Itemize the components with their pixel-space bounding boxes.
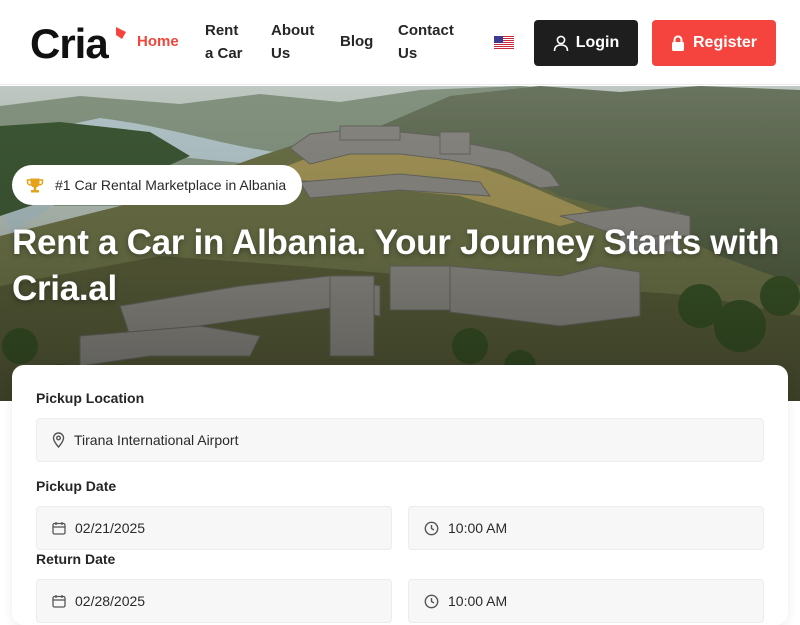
pickup-time-field[interactable]: 10:00 AM [408,506,764,550]
clock-icon [424,594,439,608]
user-icon [553,35,569,51]
calendar-icon [52,595,66,608]
nav-home[interactable]: Home [137,30,179,53]
nav-contact-us[interactable]: Contact Us [398,19,458,65]
return-date-label: Return Date [36,551,116,567]
hero-section: #1 Car Rental Marketplace in Albania Ren… [0,86,800,401]
return-date-value: 02/28/2025 [75,593,146,609]
us-flag-icon[interactable] [494,36,514,49]
trophy-icon [26,178,44,192]
map-pin-icon [52,432,65,448]
hero-title: Rent a Car in Albania. Your Journey Star… [12,223,780,308]
return-date-field[interactable]: 02/28/2025 [36,579,392,623]
cria-logo[interactable]: Cria [30,22,130,64]
register-label: Register [692,34,758,51]
lock-icon [671,34,684,51]
login-label: Login [575,34,620,51]
nav-rent-a-car[interactable]: Rent a Car [205,19,245,65]
nav-blog[interactable]: Blog [340,30,373,53]
pickup-location-label: Pickup Location [36,390,145,406]
svg-text:Cria: Cria [30,23,109,63]
login-button[interactable]: Login [534,20,638,66]
pickup-date-value: 02/21/2025 [75,520,146,536]
clock-icon [424,521,439,535]
pickup-location-field[interactable]: Tirana International Airport [36,418,764,462]
booking-form-card: Pickup Location Tirana International Air… [12,365,788,625]
calendar-icon [52,522,66,535]
pickup-date-label: Pickup Date [36,478,117,494]
pickup-location-value: Tirana International Airport [74,432,239,448]
pickup-time-value: 10:00 AM [448,520,508,536]
register-button[interactable]: Register [652,20,776,66]
return-time-field[interactable]: 10:00 AM [408,579,764,623]
pickup-date-field[interactable]: 02/21/2025 [36,506,392,550]
nav-about-us[interactable]: About Us [271,19,321,65]
hero-badge-text: #1 Car Rental Marketplace in Albania [55,177,287,193]
return-time-value: 10:00 AM [448,593,508,609]
hero-badge: #1 Car Rental Marketplace in Albania [12,165,303,205]
site-header: Cria Home Rent a Car About Us Blog Conta… [0,0,800,85]
